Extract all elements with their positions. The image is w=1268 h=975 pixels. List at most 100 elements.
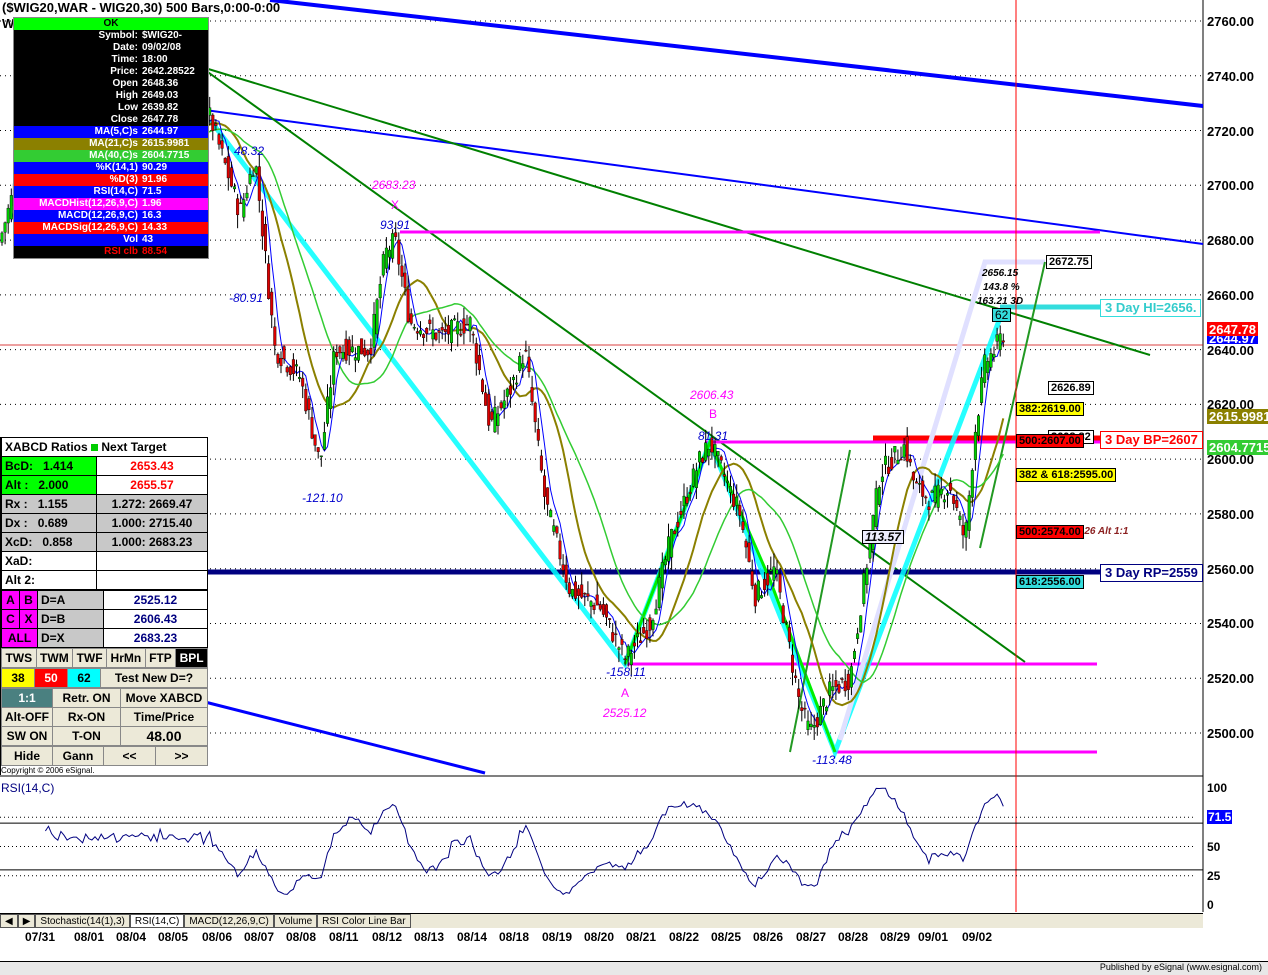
fib-62-button[interactable]: 62 [67, 668, 101, 688]
candle [716, 451, 720, 456]
move-xabcd-button[interactable]: Move XABCD [120, 688, 208, 708]
xabcd-header: XABCD Ratios Next Target [1, 437, 208, 457]
candle [629, 653, 633, 666]
ma5-badge: 2644.97 [1207, 336, 1258, 344]
rsi-value-badge: 71.5 [1207, 810, 1233, 824]
fib-50-button[interactable]: 50 [34, 668, 68, 688]
ok-button[interactable]: OK [14, 18, 208, 30]
data-window[interactable]: OKSymbol:$WIG20-WAR,30Date:09/02/08Time:… [13, 17, 209, 259]
candle [812, 725, 816, 728]
candle [791, 654, 795, 673]
point-x-button[interactable]: X [19, 609, 38, 629]
ratio-bcd: BcD: 1.414 [1, 456, 97, 476]
a-point-label: A [621, 686, 630, 700]
one-to-one-button[interactable]: 1:1 [1, 688, 53, 708]
candle [840, 678, 844, 680]
candle [893, 446, 897, 453]
footer: Published by eSignal (www.esignal.com) [0, 961, 1268, 975]
candle [905, 436, 909, 462]
pivot-label: 81.31 [698, 429, 729, 443]
candle [636, 633, 640, 638]
next-button[interactable]: >> [155, 746, 208, 766]
rx-on-button[interactable]: Rx-ON [52, 707, 121, 727]
bpl-button[interactable]: BPL [175, 648, 208, 668]
target-tag: 2626.89 [1048, 381, 1094, 395]
all-button[interactable]: ALL [1, 628, 38, 648]
date-tick: 08/19 [542, 930, 573, 944]
hide-button[interactable]: Hide [1, 746, 53, 766]
candle [508, 385, 512, 395]
candle [260, 210, 264, 237]
data-row: MA(5,C)s 2644.97 [14, 126, 208, 138]
fib-38-button[interactable]: 38 [1, 668, 35, 688]
d-equals-x: D=X [37, 628, 104, 648]
candle [583, 592, 587, 595]
candle [927, 506, 931, 510]
tws-button[interactable]: TWS [1, 648, 37, 668]
point-c-button[interactable]: C [1, 609, 20, 629]
candle [307, 398, 311, 410]
candle [567, 582, 571, 594]
t-on-button[interactable]: T-ON [52, 726, 121, 746]
alt-off-button[interactable]: Alt-OFF [1, 707, 53, 727]
candle [322, 432, 326, 450]
candle [487, 393, 491, 426]
candle [422, 334, 426, 338]
candle [425, 328, 429, 334]
point-b-button[interactable]: B [19, 590, 38, 610]
test-new-d-button[interactable]: Test New D=? [100, 668, 208, 688]
value-field[interactable]: 48.00 [120, 726, 208, 746]
candle [264, 224, 268, 252]
point-a-button[interactable]: A [1, 590, 20, 610]
date-tick: 08/14 [457, 930, 488, 944]
fib-tag: 618:2556.00 [1016, 575, 1084, 589]
indicator-tab[interactable]: Volume [273, 914, 318, 928]
candle [862, 572, 866, 604]
scroll-left-button[interactable]: ◀ [0, 914, 18, 928]
indicator-tab[interactable]: RSI Color Line Bar [317, 914, 411, 928]
candle [236, 198, 240, 216]
candle [763, 578, 767, 590]
candle [232, 186, 236, 190]
time-price-button[interactable]: Time/Price [120, 707, 208, 727]
prev-button[interactable]: << [103, 746, 156, 766]
ftp-button[interactable]: FTP [144, 648, 177, 668]
xabcd-panel: XABCD Ratios Next Target BcD: 1.414 2653.… [0, 437, 209, 775]
candle [440, 327, 444, 331]
candle [539, 455, 543, 471]
candle [902, 444, 906, 458]
candle [890, 457, 894, 470]
gann-button[interactable]: Gann [52, 746, 104, 766]
indicator-tab[interactable]: Stochastic(14(1),3) [35, 914, 130, 928]
x-price-label: 2683.23 [372, 178, 416, 192]
candle [970, 470, 974, 498]
price-tick: 2740.00 [1207, 68, 1254, 84]
twf-button[interactable]: TWF [72, 648, 108, 668]
date-tick: 08/22 [669, 930, 700, 944]
candle [558, 540, 562, 560]
rsi-tick: 100 [1207, 781, 1228, 795]
fib-tag: 500:2574.00 [1016, 525, 1084, 539]
hrmn-button[interactable]: HrMn [106, 648, 146, 668]
candle [772, 566, 776, 581]
candle [713, 444, 717, 457]
indicator-tab[interactable]: RSI(14,C) [129, 914, 185, 928]
candle [546, 487, 550, 505]
candle [372, 313, 376, 348]
twm-button[interactable]: TWM [35, 648, 74, 668]
candle [784, 621, 788, 624]
candle [598, 604, 602, 610]
candle [822, 698, 826, 707]
candle [496, 413, 500, 426]
indicator-tabs: ◀ ▶ Stochastic(14(1),3) RSI(14,C) MACD(12,2… [0, 913, 1203, 928]
candle [251, 175, 255, 177]
indicator-tab[interactable]: MACD(12,26,9,C) [184, 914, 274, 928]
candle [524, 349, 528, 352]
scroll-right-button[interactable]: ▶ [17, 914, 36, 928]
candle [651, 620, 655, 630]
sw-on-button[interactable]: SW ON [1, 726, 53, 746]
candle [360, 338, 364, 355]
candle [753, 584, 757, 607]
retr-on-button[interactable]: Retr. ON [52, 688, 121, 708]
data-row: Date: 09/02/08 [14, 42, 208, 54]
